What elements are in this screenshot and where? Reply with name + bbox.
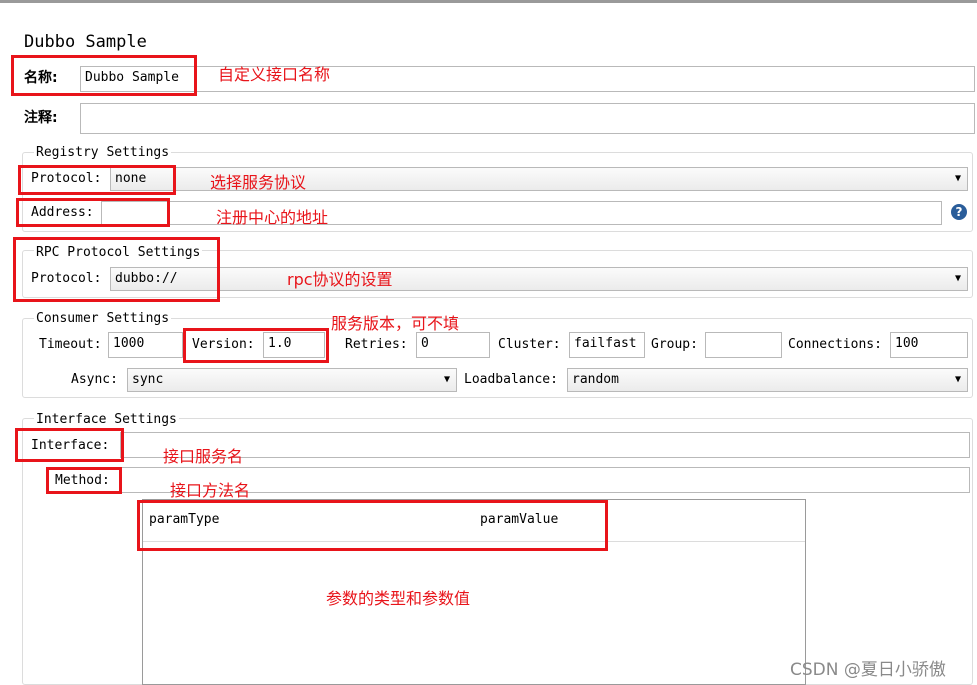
interface-settings-title: Interface Settings — [34, 411, 179, 429]
connections-input[interactable]: 100 — [890, 332, 968, 358]
annotation-method: 接口方法名 — [170, 481, 251, 500]
connections-label: Connections: — [788, 337, 882, 352]
loadbalance-value: random — [572, 372, 619, 387]
group-label: Group: — [651, 337, 698, 352]
cluster-label: Cluster: — [498, 337, 561, 352]
version-highlight-box — [183, 328, 329, 363]
annotation-params: 参数的类型和参数值 — [326, 589, 471, 608]
chevron-down-icon: ▼ — [954, 273, 961, 284]
chevron-down-icon: ▼ — [954, 374, 961, 385]
page-title: Dubbo Sample — [24, 32, 147, 52]
annotation-rpc: rpc协议的设置 — [287, 270, 393, 289]
name-highlight-box — [11, 55, 197, 96]
timeout-input[interactable]: 1000 — [108, 332, 183, 358]
annotation-address: 注册中心的地址 — [216, 208, 329, 227]
name-input[interactable]: Dubbo Sample — [80, 66, 975, 92]
group-input[interactable] — [705, 332, 782, 358]
comment-input[interactable] — [80, 103, 975, 134]
method-highlight-box — [46, 467, 122, 494]
watermark: CSDN @夏日小骄傲 — [790, 660, 946, 680]
window-top-border — [0, 0, 977, 3]
param-highlight-box — [137, 500, 608, 551]
loadbalance-select[interactable]: random ▼ — [567, 368, 968, 392]
comment-label: 注释: — [24, 110, 58, 126]
chevron-down-icon: ▼ — [954, 173, 961, 184]
annotation-protocol: 选择服务协议 — [210, 173, 307, 192]
registry-settings-title: Registry Settings — [34, 144, 172, 162]
annotation-interface: 接口服务名 — [163, 447, 244, 466]
question-circle-icon[interactable]: ? — [951, 204, 967, 220]
chevron-down-icon: ▼ — [443, 374, 450, 385]
timeout-label: Timeout: — [39, 337, 102, 352]
annotation-name: 自定义接口名称 — [218, 65, 331, 84]
interface-highlight-box — [15, 428, 124, 462]
annotation-version: 服务版本，可不填 — [331, 314, 460, 333]
consumer-settings-title: Consumer Settings — [34, 310, 172, 328]
address-highlight-box — [16, 198, 170, 227]
cluster-input[interactable]: failfast — [569, 332, 645, 358]
async-select[interactable]: sync ▼ — [127, 368, 457, 392]
retries-label: Retries: — [345, 337, 408, 352]
protocol-highlight-box — [18, 165, 176, 195]
async-label: Async: — [71, 372, 118, 387]
loadbalance-label: Loadbalance: — [464, 372, 558, 387]
async-value: sync — [132, 372, 164, 387]
rpc-highlight-box — [13, 237, 220, 302]
retries-input[interactable]: 0 — [416, 332, 490, 358]
rpc-protocol-select[interactable]: dubbo:// ▼ — [110, 267, 968, 291]
interface-input[interactable] — [120, 432, 970, 458]
